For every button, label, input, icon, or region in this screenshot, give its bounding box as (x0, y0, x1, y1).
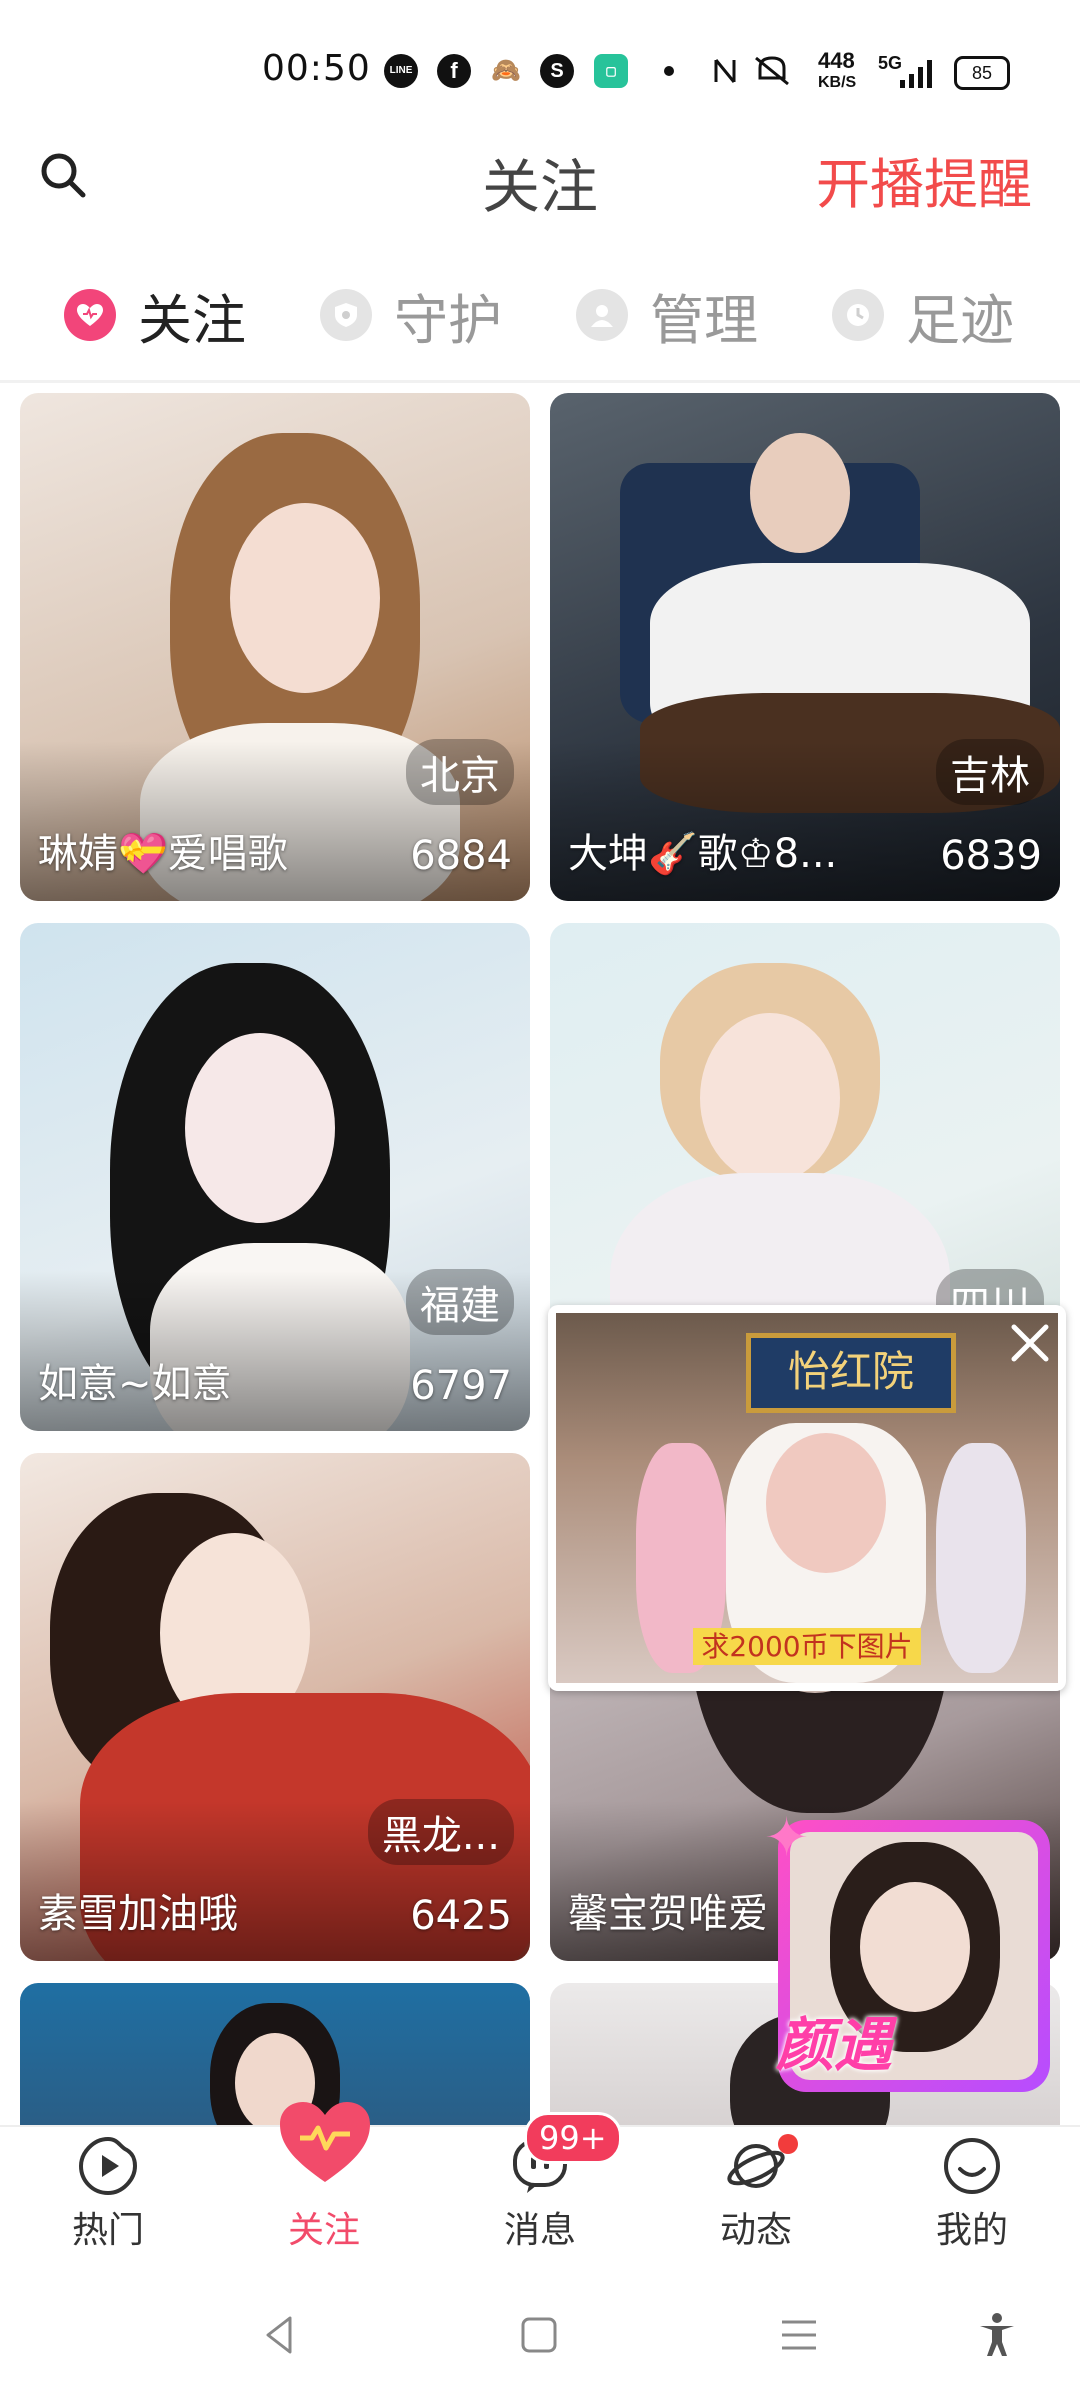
tab-footprint[interactable]: 足迹 (832, 270, 1014, 360)
status-bar: 00:50 LINE f 🙈 S ▢ 448 KB/S 5G 85 (0, 0, 1080, 110)
card-count: 6884 (410, 833, 512, 879)
star-icon: ✦ (764, 1806, 810, 1869)
close-icon[interactable] (1006, 1319, 1054, 1367)
video-caption: 求2000币下图片 (693, 1628, 921, 1665)
nav-label: 热门 (71, 2210, 144, 2251)
search-app-icon: S (540, 54, 574, 88)
card-count: 6797 (410, 1363, 512, 1409)
message-count-badge: 99+ (524, 2112, 622, 2164)
nfc-icon (714, 59, 736, 83)
tab-label: 足迹 (906, 288, 1014, 352)
nav-label: 动态 (719, 2210, 792, 2251)
home-icon[interactable] (514, 2310, 564, 2360)
heart-icon (64, 289, 116, 341)
line-app-icon: LINE (384, 54, 418, 88)
face-shape (230, 503, 380, 693)
nav-label: 消息 (503, 2210, 576, 2251)
net-speed-unit: KB/S (818, 74, 857, 91)
face-shape (185, 1033, 335, 1223)
nav-follow[interactable]: 关注 (244, 2135, 404, 2253)
face-shape (860, 1882, 970, 2012)
moments-dot-badge (778, 2134, 798, 2154)
video-frame: 怡红院 求2000币下图片 (556, 1313, 1058, 1683)
live-card[interactable]: 吉林 大坤🎸歌♔8... 6839 (550, 393, 1060, 901)
card-name: 琳婧💝爱唱歌 (38, 831, 288, 877)
accessibility-icon[interactable] (972, 2310, 1022, 2360)
card-city: 北京 (406, 739, 514, 805)
smile-icon (944, 2138, 1000, 2194)
nav-moments[interactable]: 动态 (676, 2135, 836, 2253)
recents-icon[interactable] (774, 2310, 824, 2360)
tab-follow[interactable]: 关注 (64, 270, 246, 360)
back-icon[interactable] (256, 2310, 306, 2360)
card-name: 素雪加油哦 (38, 1891, 238, 1937)
floating-video-window[interactable]: 怡红院 求2000币下图片 (548, 1305, 1066, 1691)
nav-label: 关注 (287, 2210, 360, 2251)
tab-manage[interactable]: 管理 (576, 270, 758, 360)
live-card[interactable] (20, 1983, 530, 2125)
tab-guard[interactable]: 守护 (320, 270, 502, 360)
face-shape (766, 1433, 886, 1573)
card-city: 福建 (406, 1269, 514, 1335)
person-icon (576, 289, 628, 341)
nav-hot[interactable]: 热门 (28, 2135, 188, 2253)
tabs-divider (0, 380, 1080, 383)
green-app-icon: ▢ (594, 54, 628, 88)
live-card[interactable]: 北京 琳婧💝爱唱歌 6884 (20, 393, 530, 901)
video-sign: 怡红院 (746, 1333, 956, 1413)
face-shape (750, 433, 850, 553)
live-card[interactable]: 福建 如意~如意 6797 (20, 923, 530, 1431)
card-city: 黑龙... (367, 1799, 514, 1865)
badge-label: 颜遇 (776, 2011, 893, 2079)
card-city: 吉林 (936, 739, 1044, 805)
nav-label: 我的 (935, 2210, 1008, 2251)
net-speed-value: 448 (818, 48, 855, 73)
face-shape (700, 1013, 840, 1183)
tab-label: 关注 (138, 288, 246, 352)
tab-label: 管理 (650, 288, 758, 352)
signal-icon (900, 60, 932, 88)
facebook-app-icon: f (437, 54, 471, 88)
tab-label: 守护 (394, 288, 502, 352)
card-name: 馨宝贺唯爱 (568, 1891, 768, 1937)
live-reminder-link[interactable]: 开播提醒 (816, 140, 1032, 219)
card-count: 6425 (410, 1893, 512, 1939)
card-count: 6839 (940, 833, 1042, 879)
battery-indicator: 85 (954, 56, 1010, 90)
shield-icon (320, 289, 372, 341)
clock-icon (832, 289, 884, 341)
floating-match-badge[interactable]: ✦ 颜遇 (764, 1806, 1050, 2092)
card-name: 大坤🎸歌♔8... (568, 831, 838, 877)
nav-me[interactable]: 我的 (892, 2135, 1052, 2253)
play-icon (78, 2136, 138, 2196)
live-card[interactable]: 黑龙... 素雪加油哦 6425 (20, 1453, 530, 1961)
card-name: 如意~如意 (38, 1361, 232, 1407)
monkey-app-icon: 🙈 (489, 54, 523, 88)
notification-dot-icon (664, 66, 674, 76)
status-time: 00:50 (262, 48, 371, 89)
mute-icon (755, 56, 789, 86)
